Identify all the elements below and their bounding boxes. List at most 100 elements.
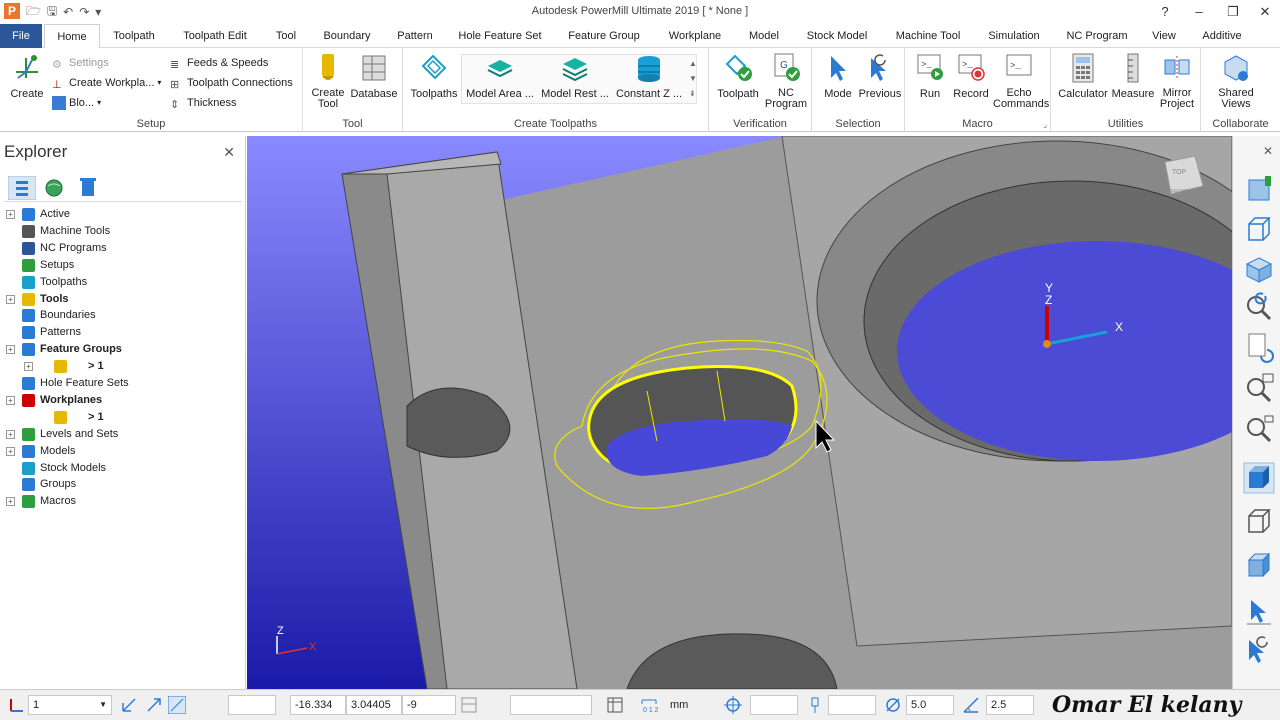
crosshair-icon[interactable] (724, 696, 742, 714)
table-icon[interactable] (606, 696, 624, 714)
expand-icon[interactable]: + (24, 362, 33, 372)
settings-button[interactable]: ⚙ Settings (52, 54, 109, 72)
toolpath-verification-button[interactable]: Toolpath (713, 52, 763, 100)
shaded-view-icon[interactable] (1243, 462, 1275, 494)
tree-item[interactable]: Boundaries (0, 307, 240, 324)
measure-button[interactable]: Measure (1109, 52, 1157, 100)
block-button[interactable]: Blo... ▾ (52, 94, 101, 112)
position-table-icon[interactable] (460, 696, 478, 714)
tab-simulation[interactable]: Simulation (978, 24, 1050, 48)
cube-shaded-icon[interactable] (1243, 254, 1275, 286)
previous-selection-button[interactable]: Previous (858, 52, 902, 100)
tab-view[interactable]: View (1144, 24, 1184, 48)
shared-views-button[interactable]: Shared Views (1211, 52, 1261, 110)
echo-commands-button[interactable]: >_ Echo Commands (993, 52, 1049, 110)
create-setup-button[interactable]: Create (8, 52, 46, 100)
coord-y-field[interactable]: 3.04405 (346, 695, 402, 715)
tree-item[interactable]: + Models (0, 443, 240, 460)
tree-item[interactable]: + Tools (0, 291, 240, 308)
model-area-clearance-button[interactable]: Model Area ... (463, 52, 537, 100)
model-rest-clearance-button[interactable]: Model Rest ... (539, 52, 611, 100)
tree-item[interactable]: Groups (0, 476, 240, 493)
axes-icon[interactable] (120, 696, 138, 714)
expand-icon[interactable]: + (6, 429, 15, 439)
graphics-viewport[interactable]: Y Z X TOP FRONT Z X (247, 136, 1232, 689)
tab-pattern[interactable]: Pattern (388, 24, 442, 48)
constant-z-finishing-button[interactable]: Constant Z ... (613, 52, 685, 100)
model-view[interactable]: Y Z X TOP FRONT Z X (247, 136, 1232, 689)
tab-workplane[interactable]: Workplane (658, 24, 732, 48)
tree-item[interactable]: Stock Models (0, 460, 240, 477)
tree-item[interactable]: + Feature Groups (0, 341, 240, 358)
workplane-select[interactable]: 1 ▼ (28, 695, 112, 715)
calculator-button[interactable]: Calculator (1057, 52, 1109, 100)
select-previous-icon[interactable] (1243, 634, 1275, 666)
selection-mode-button[interactable]: Mode (818, 52, 858, 100)
explorer-tree-view-icon[interactable] (8, 176, 36, 200)
tree-item[interactable]: Patterns (0, 324, 240, 341)
minimize-button[interactable]: – (1184, 2, 1214, 22)
expand-icon[interactable]: + (6, 395, 15, 405)
tab-stock-model[interactable]: Stock Model (796, 24, 878, 48)
zoom-refresh-icon[interactable] (1243, 292, 1275, 324)
angle-field[interactable]: 2.5 (986, 695, 1034, 715)
redraw-icon[interactable] (1243, 332, 1275, 364)
coord-x-field[interactable]: -16.334 (290, 695, 346, 715)
tab-hole-feature-set[interactable]: Hole Feature Set (450, 24, 550, 48)
toolpaths-button[interactable]: Toolpaths (407, 52, 461, 100)
diameter-field[interactable]: 5.0 (906, 695, 954, 715)
tab-home[interactable]: Home (44, 24, 100, 49)
toolpath-connections-button[interactable]: ⊞ Toolpath Connections (170, 74, 293, 92)
tree-item[interactable]: + Levels and Sets (0, 426, 240, 443)
close-button[interactable]: ✕ (1250, 2, 1280, 22)
globe-icon[interactable] (44, 178, 64, 198)
tree-item[interactable]: Machine Tools (0, 223, 240, 240)
create-workplane-button[interactable]: ⊥ Create Workpla... ▾ (52, 74, 161, 92)
tree-item[interactable]: > 1 (0, 409, 240, 426)
zoom-to-fit-icon[interactable] (1243, 372, 1275, 404)
restore-button[interactable]: ❐ (1218, 2, 1248, 22)
coord-z-field[interactable]: -9 (402, 695, 456, 715)
grid-toggle-icon[interactable] (168, 696, 186, 714)
gallery-scroll[interactable]: ▲ ▼ ⇟ (689, 56, 697, 101)
tab-toolpath-edit[interactable]: Toolpath Edit (170, 24, 260, 48)
tree-item[interactable]: Hole Feature Sets (0, 375, 240, 392)
expand-icon[interactable]: + (6, 345, 15, 355)
status-field-blank-4[interactable] (828, 695, 876, 715)
tab-toolpath[interactable]: Toolpath (104, 24, 164, 48)
database-button[interactable]: Database (349, 52, 399, 100)
tree-item[interactable]: + Macros (0, 493, 240, 510)
recycle-bin-icon[interactable] (80, 177, 96, 197)
tab-nc-program[interactable]: NC Program (1058, 24, 1136, 48)
tool-axis-icon[interactable] (806, 696, 824, 714)
help-icon[interactable]: ? (1150, 2, 1180, 22)
view-toolbar-close-icon[interactable]: ✕ (1263, 144, 1273, 158)
record-macro-button[interactable]: >_ Record (949, 52, 993, 100)
tab-boundary[interactable]: Boundary (314, 24, 380, 48)
explorer-close-icon[interactable]: ✕ (223, 144, 235, 161)
tab-additive[interactable]: Additive (1192, 24, 1252, 48)
expand-icon[interactable]: + (6, 210, 15, 219)
tab-file[interactable]: File (0, 24, 42, 48)
expand-icon[interactable]: + (6, 294, 15, 304)
tree-item[interactable]: + > 1 (0, 358, 240, 375)
expand-icon[interactable]: + (6, 446, 15, 456)
create-tool-button[interactable]: Create Tool (309, 52, 347, 110)
tree-item[interactable]: Toolpaths (0, 274, 240, 291)
cube-wireframe-icon[interactable] (1243, 214, 1275, 246)
run-macro-button[interactable]: >_ Run (911, 52, 949, 100)
status-field-blank[interactable] (228, 695, 276, 715)
tree-item[interactable]: + Active (0, 206, 240, 223)
nc-program-verification-button[interactable]: G NC Program (763, 52, 809, 110)
select-arrow-icon[interactable] (1243, 596, 1275, 628)
shaded-wireframe-icon[interactable] (1243, 550, 1275, 582)
status-field-blank-3[interactable] (750, 695, 798, 715)
feeds-speeds-button[interactable]: ≣ Feeds & Speeds (170, 54, 268, 72)
tree-item[interactable]: NC Programs (0, 240, 240, 257)
tab-feature-group[interactable]: Feature Group (558, 24, 650, 48)
dialog-launcher-icon[interactable]: ⌟ (1043, 120, 1047, 129)
mirror-project-button[interactable]: Mirror Project (1155, 52, 1199, 110)
status-field-blank-2[interactable] (510, 695, 592, 715)
wireframe-view-icon[interactable] (1243, 506, 1275, 538)
tree-item[interactable]: Setups (0, 257, 240, 274)
